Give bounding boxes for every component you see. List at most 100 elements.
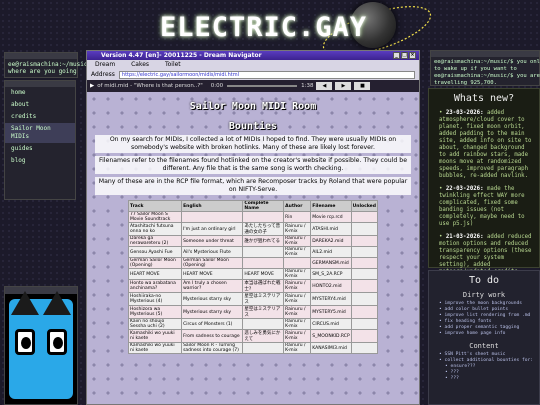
news-text: made the twinkling effect WAY more compl… <box>439 186 525 227</box>
table-cell: 77 Sailor Moon S Movie Soundtrack <box>127 211 183 223</box>
address-input[interactable]: https://electric.gay/sailormoon/midis/mi… <box>118 70 415 79</box>
table-cell: Rainuru / K-mix <box>283 222 312 236</box>
table-cell: Honto wa arabatana anchinama? <box>127 279 183 293</box>
nav-sailor-moon-midis[interactable]: Sailor Moon MIDIs <box>5 123 75 143</box>
table-cell[interactable]: HONTO2.mid <box>310 279 352 293</box>
nav-guides[interactable]: guides <box>5 143 75 155</box>
minimize-button[interactable]: _ <box>393 52 400 59</box>
browser-titlebar[interactable]: Version 4.47 [en]- 20011225 - Dream Navi… <box>87 51 419 60</box>
news-text: added reduced motion options and reduced… <box>439 234 532 275</box>
table-cell <box>283 257 312 269</box>
table-header: Filename <box>310 200 352 212</box>
table-header: English <box>181 200 244 212</box>
table-cell[interactable]: ATASHI.mid <box>310 222 352 236</box>
close-button[interactable]: × <box>409 52 416 59</box>
table-cell: Gensou Ayashi Fue <box>127 246 183 258</box>
table-cell: HEART MOVE <box>242 268 285 280</box>
terminal-right: ee@raismachina:~/music/$ you only have t… <box>430 50 540 86</box>
table-cell <box>350 246 379 258</box>
table-cell: Rainuru / K-mix <box>283 279 312 293</box>
table-cell: Rainuru / K-mix <box>283 318 312 330</box>
table-cell: 誰かが狙われてる <box>242 235 285 247</box>
todo-dirty-work-heading: Dirty work <box>462 291 506 299</box>
table-cell: Rainuru / K-mix <box>283 235 312 247</box>
nav-about[interactable]: about <box>5 99 75 111</box>
table-row: 77 Sailor Moon S Movie Soundtrack Rin Movi… <box>127 211 379 223</box>
page-content: Sailor Moon MIDI Room Bounties On my sea… <box>87 92 419 404</box>
table-cell <box>242 318 285 330</box>
table-cell <box>350 222 379 236</box>
next-button[interactable]: ▶ <box>335 82 352 90</box>
table-cell: Someone under threat <box>181 235 244 247</box>
whats-new-heading: Whats new? <box>453 93 515 104</box>
table-row: Kamashiki wo yuuki ni kaete Sailor Moon R… <box>127 342 379 354</box>
site-nav: home about credits Sailor Moon MIDIs gui… <box>4 80 76 200</box>
browser-title: Version 4.47 [en]- 20011225 - Dream Navi… <box>101 52 262 59</box>
table-cell[interactable]: Movie rcp.rcd <box>310 211 352 223</box>
table-header: Unlocked <box>350 200 379 212</box>
table-cell: German Sailor Moon (Opening) <box>181 257 244 269</box>
table-cell[interactable]: SM_S_2A.RCP <box>310 268 352 280</box>
table-cell[interactable]: CIRCUS.mid <box>310 318 352 330</box>
table-cell <box>350 292 379 306</box>
table-cell[interactable]: AIL2.mid <box>310 246 352 258</box>
table-cell: Mysterious starry sky <box>181 292 244 306</box>
table-cell: Rainuru / K-mix <box>283 305 312 319</box>
table-cell: あたしたちって普通の女の子 <box>242 222 285 236</box>
nav-blog[interactable]: blog <box>5 155 75 167</box>
table-row: Kamashiki wo yuuki ni kaete From sadness … <box>127 329 379 343</box>
player-seek-slider[interactable] <box>227 85 298 87</box>
table-row: HEART MOVE HEART MOVE HEART MOVE Rainuru / … <box>127 268 379 280</box>
menu-cakes[interactable]: Cakes <box>131 61 149 68</box>
page-title: Sailor Moon MIDI Room <box>189 101 317 112</box>
table-cell[interactable]: MYSTERY5.mid <box>310 305 352 319</box>
page-subtitle: Bounties <box>228 121 278 132</box>
table-cell <box>181 211 244 223</box>
table-cell: 本当は選ばれた戦士? <box>242 279 285 293</box>
table-cell: Atashitachi futsuna onna no ko <box>127 222 183 236</box>
maximize-button[interactable]: □ <box>401 52 408 59</box>
table-row: Gensou Ayashi Fue Ail's Mysterious Flute R… <box>127 246 379 258</box>
table-row: Atashitachi futsuna onna no ko I'm just a… <box>127 222 379 236</box>
table-cell: I'm just an ordinary girl <box>181 222 244 236</box>
table-cell: Rainuru / K-mix <box>283 342 312 354</box>
terminal-right-text: ee@raismachina:~/music/$ you only have t… <box>434 59 540 86</box>
table-row: Hoshizora wa Mysterious (5) Mysterious st… <box>127 305 379 319</box>
site-logo[interactable]: ELECTRIC.GAY <box>160 12 370 48</box>
mascot-character-image <box>9 291 73 399</box>
table-row: Hoshiiraka-no Mysterious (4) Mysterious s… <box>127 292 379 306</box>
table-cell <box>350 305 379 319</box>
table-header: Author <box>283 200 312 212</box>
table-cell[interactable]: DAREKA2.mid <box>310 235 352 247</box>
table-cell[interactable]: KANASIMI3.mid <box>310 342 352 354</box>
table-cell <box>350 279 379 293</box>
todo-list-content: SSN Pitt's sheet music collect additiona… <box>429 352 539 382</box>
todo-list-dirty-work: improve the moon backgrounds add color b… <box>429 301 539 337</box>
stop-button[interactable]: ■ <box>354 82 371 90</box>
table-cell: Kaiin no shoujo Sessha uchi (2) <box>127 318 183 330</box>
play-icon[interactable]: ▶ <box>90 83 94 89</box>
table-cell[interactable]: GERMANSM.mid <box>310 257 352 269</box>
bounties-table: Track English Complete Name Author Filename U… <box>127 200 379 354</box>
prev-button[interactable]: ◀ <box>316 82 333 90</box>
table-cell: Hoshiiraka-no Mysterious (4) <box>127 292 183 306</box>
table-row: Honto wa arabatana anchinama? Am I truly … <box>127 279 379 293</box>
menu-toilet[interactable]: Toilet <box>165 61 181 68</box>
nav-home[interactable]: home <box>5 87 75 99</box>
terminal-left: ee@raismachina:~/music where are you goi… <box>4 52 88 78</box>
table-cell: Rin <box>283 211 312 223</box>
table-cell[interactable]: S_MOONKID.RCP <box>310 329 352 343</box>
news-date: 22-03-2026: <box>445 186 484 192</box>
table-cell <box>350 268 379 280</box>
table-row: Kaiin no shoujo Sessha uchi (2) Circus of… <box>127 318 379 330</box>
table-cell <box>350 211 379 223</box>
table-cell <box>350 257 379 269</box>
filenames-paragraph: Filenames refer to the filenames found h… <box>95 156 411 174</box>
table-cell[interactable]: MYSTERY4.mid <box>310 292 352 306</box>
table-cell: Kamashiki wo yuuki ni kaete <box>127 342 183 354</box>
terminal-text: ee@raismachina:~/music where are you goi… <box>8 61 88 75</box>
table-cell <box>350 342 379 354</box>
menu-dream[interactable]: Dream <box>95 61 115 68</box>
news-text: added atmosphere/cloud cover to planet, … <box>439 110 532 179</box>
nav-credits[interactable]: credits <box>5 111 75 123</box>
